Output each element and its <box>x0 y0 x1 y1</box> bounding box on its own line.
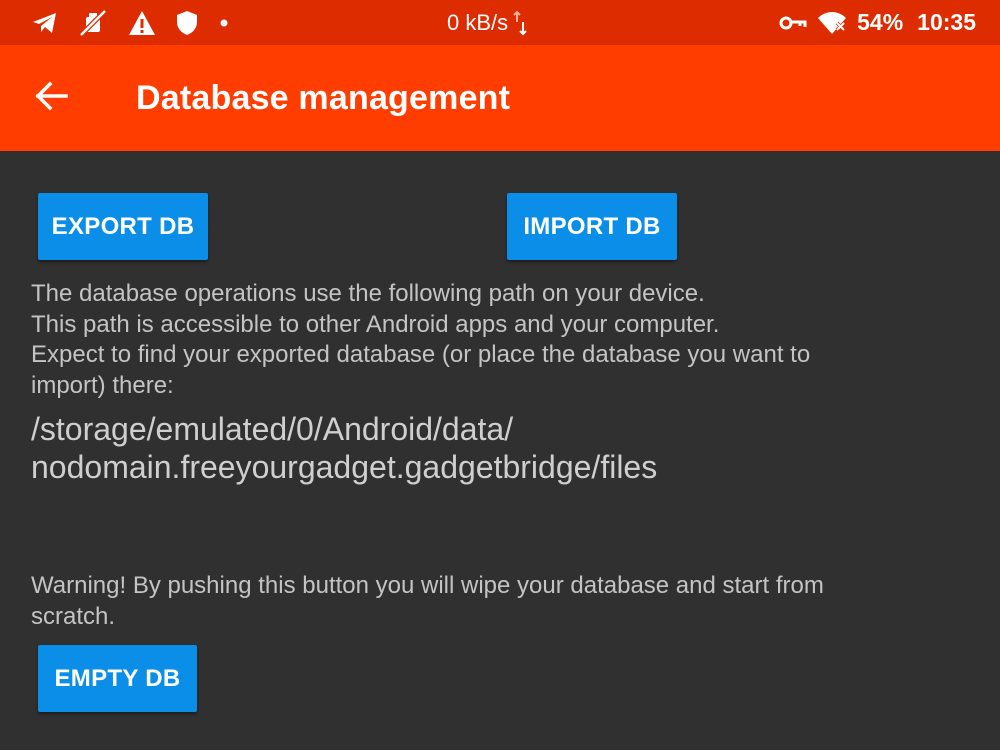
status-system-icons: 54% 10:35 <box>779 0 976 45</box>
vpn-key-icon <box>779 14 807 32</box>
network-speed-indicator: 0 kB/s <box>447 0 527 45</box>
download-blocked-icon <box>78 8 108 38</box>
clock: 10:35 <box>917 9 976 35</box>
path-line: /storage/emulated/0/Android/data/ <box>31 411 514 447</box>
status-notification-icons <box>32 9 230 37</box>
info-line: import) there: <box>31 371 174 399</box>
back-button[interactable] <box>22 74 82 122</box>
warning-line: scratch. <box>31 602 116 630</box>
database-path: /storage/emulated/0/Android/data/ nodoma… <box>31 410 971 486</box>
battery-level: 54% <box>857 9 904 35</box>
shield-icon <box>176 10 198 36</box>
network-speed: 0 kB/s <box>447 9 509 35</box>
info-line: This path is accessible to other Android… <box>31 310 720 338</box>
import-db-button[interactable]: IMPORT DB <box>507 193 677 260</box>
empty-db-button[interactable]: EMPTY DB <box>38 645 197 712</box>
wifi-off-icon <box>817 11 847 35</box>
telegram-icon <box>32 11 58 35</box>
warning-line: Warning! By pushing this button you will… <box>31 572 824 599</box>
status-bar: 0 kB/s 54% 10:35 <box>0 0 1000 45</box>
export-db-button[interactable]: EXPORT DB <box>38 193 208 260</box>
warning-icon <box>128 10 156 36</box>
info-line: Expect to find your exported database (o… <box>31 341 811 368</box>
app-bar: Database management <box>0 45 1000 151</box>
data-transfer-icon <box>513 10 527 36</box>
info-line: The database operations use the followin… <box>31 280 705 307</box>
database-path-info: The database operations use the followin… <box>31 279 971 401</box>
wipe-warning: Warning! By pushing this button you will… <box>31 571 971 632</box>
arrow-back-icon <box>35 81 69 116</box>
page-title: Database management <box>136 78 511 117</box>
path-line: nodomain.freeyourgadget.gadgetbridge/fil… <box>31 449 658 485</box>
dot-icon <box>218 17 230 29</box>
